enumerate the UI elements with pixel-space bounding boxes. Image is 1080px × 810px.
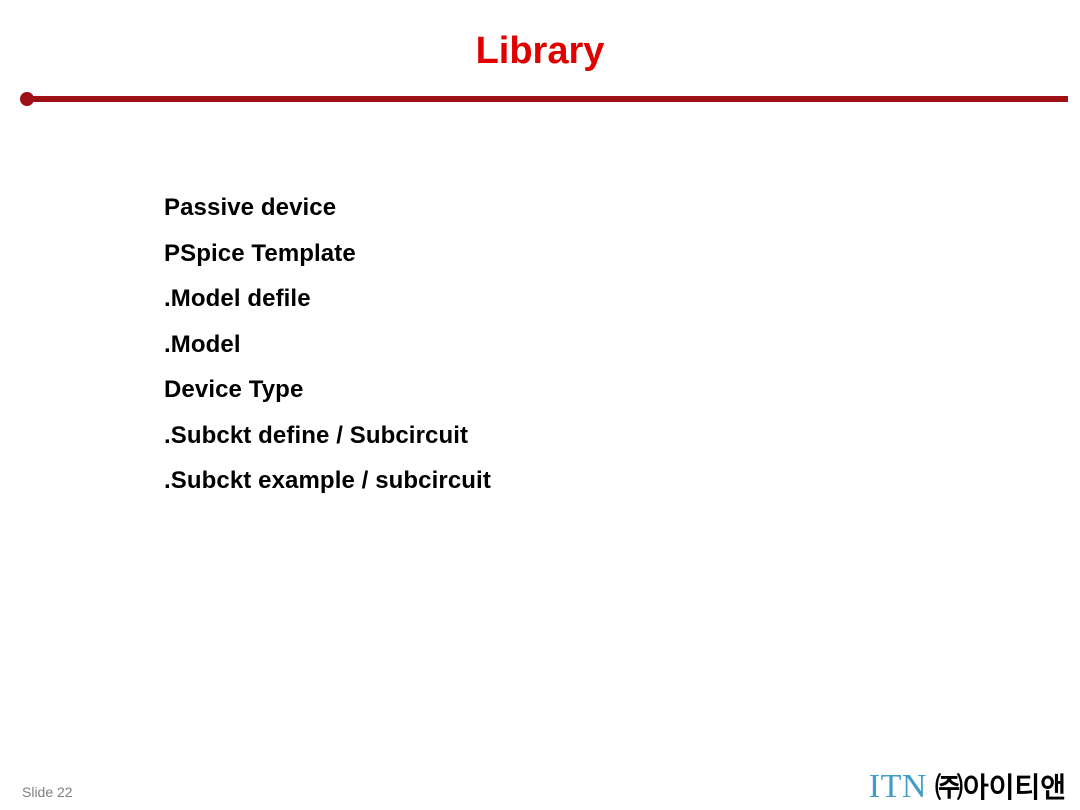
list-item: Device Type	[164, 376, 304, 403]
list-item: .Model	[164, 330, 241, 358]
logo-mark-text: ITN	[868, 768, 927, 805]
company-logo: ITN ㈜아이티앤	[869, 770, 1066, 804]
list-item: PSpice Template	[164, 239, 356, 267]
list-item: .Subckt define / Subcircuit	[164, 421, 469, 449]
body-content-list: Passive device PSpice Template .Model de…	[164, 185, 964, 504]
logo-company-name: ㈜아이티앤	[934, 771, 1066, 804]
slide-number: Slide 22	[22, 784, 73, 800]
list-item: .Subckt example / subcircuit	[164, 467, 491, 494]
page-title: Library	[475, 30, 605, 72]
list-item: Passive device	[164, 194, 337, 221]
title-divider-rule	[26, 96, 1068, 102]
slide-canvas: Library Passive device PSpice Template .…	[0, 0, 1080, 810]
list-item: .Model defile	[164, 285, 311, 312]
